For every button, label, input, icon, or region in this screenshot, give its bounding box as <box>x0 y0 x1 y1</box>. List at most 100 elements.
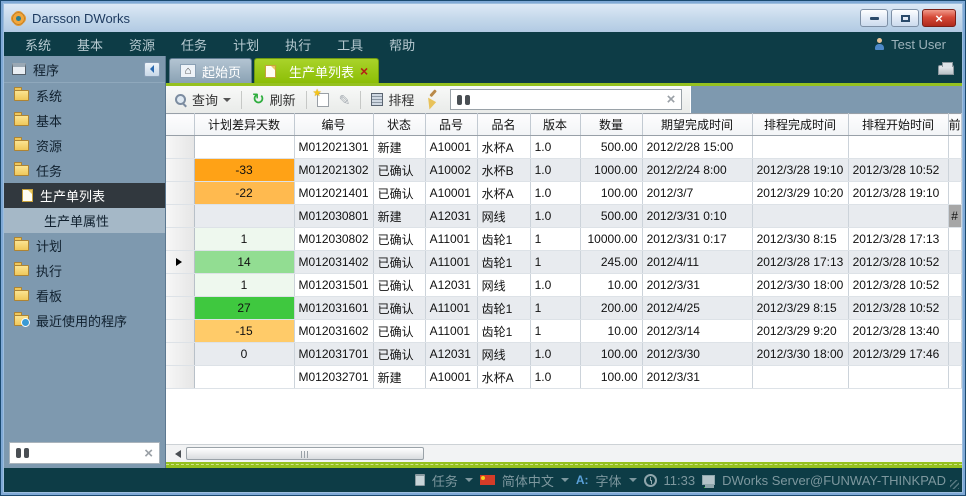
row-selector[interactable] <box>166 228 194 251</box>
table-cell[interactable] <box>752 205 848 228</box>
table-cell[interactable]: 已确认 <box>373 228 425 251</box>
sidebar-item[interactable]: 看板 <box>4 283 165 308</box>
column-header[interactable]: 排程开始时间 <box>848 114 948 136</box>
table-cell[interactable]: 2012/3/30 8:15 <box>752 228 848 251</box>
row-selector[interactable] <box>166 159 194 182</box>
table-cell[interactable]: 1.0 <box>530 366 580 389</box>
table-cell[interactable]: 水杯B <box>477 159 530 182</box>
table-cell[interactable]: A11001 <box>425 320 477 343</box>
scroll-left-icon[interactable] <box>171 450 181 458</box>
table-cell[interactable]: 已确认 <box>373 182 425 205</box>
table-cell[interactable]: A11001 <box>425 228 477 251</box>
table-cell[interactable]: A12031 <box>425 343 477 366</box>
table-row[interactable]: -22M012021401已确认A10001水杯A1.0100.002012/3… <box>166 182 961 205</box>
row-selector[interactable] <box>166 297 194 320</box>
table-cell[interactable]: A10002 <box>425 159 477 182</box>
table-cell[interactable]: 1 <box>530 251 580 274</box>
table-cell[interactable]: 2012/4/25 <box>642 297 752 320</box>
column-header[interactable]: 期望完成时间 <box>642 114 752 136</box>
chevron-down-icon[interactable] <box>223 98 231 106</box>
table-cell[interactable]: 2012/3/28 10:52 <box>848 274 948 297</box>
table-cell[interactable]: 2012/3/28 17:13 <box>752 251 848 274</box>
table-row[interactable]: -33M012021302已确认A10002水杯B1.01000.002012/… <box>166 159 961 182</box>
table-cell[interactable]: 2012/4/11 <box>642 251 752 274</box>
column-header[interactable]: 排程完成时间 <box>752 114 848 136</box>
row-selector[interactable] <box>166 205 194 228</box>
column-header[interactable]: 版本 <box>530 114 580 136</box>
table-cell[interactable] <box>948 136 961 159</box>
schedule-button[interactable]: 排程 <box>368 88 417 111</box>
sidebar-item[interactable]: 计划 <box>4 233 165 258</box>
table-cell[interactable]: 网线 <box>477 205 530 228</box>
table-cell[interactable]: A10001 <box>425 182 477 205</box>
chevron-down-icon[interactable] <box>629 478 637 486</box>
clean-button[interactable] <box>421 90 442 109</box>
table-cell[interactable]: 2012/3/28 13:40 <box>848 320 948 343</box>
table-cell[interactable]: 2012/3/28 19:10 <box>752 159 848 182</box>
table-cell[interactable]: 2012/2/24 8:00 <box>642 159 752 182</box>
sidebar-collapse-button[interactable] <box>144 62 160 77</box>
table-cell[interactable]: 200.00 <box>580 297 642 320</box>
column-header[interactable]: 品号 <box>425 114 477 136</box>
table-cell[interactable]: 500.00 <box>580 136 642 159</box>
sidebar-item[interactable]: 系统 <box>4 83 165 108</box>
table-cell[interactable]: M012031402 <box>294 251 373 274</box>
maximize-button[interactable] <box>891 9 919 27</box>
table-cell[interactable]: A12031 <box>425 274 477 297</box>
column-header[interactable]: 状态 <box>373 114 425 136</box>
table-cell[interactable]: 2012/3/7 <box>642 182 752 205</box>
column-header[interactable]: 编号 <box>294 114 373 136</box>
table-cell[interactable]: A12031 <box>425 205 477 228</box>
table-cell[interactable]: 100.00 <box>580 343 642 366</box>
sidebar-search-clear-icon[interactable]: × <box>144 446 153 461</box>
table-cell[interactable]: 2012/3/29 8:15 <box>752 297 848 320</box>
resize-grip[interactable] <box>950 480 959 489</box>
row-selector[interactable] <box>166 320 194 343</box>
table-cell[interactable] <box>752 136 848 159</box>
table-cell[interactable]: 已确认 <box>373 297 425 320</box>
toolbar-search-input[interactable] <box>474 93 662 107</box>
table-cell[interactable]: 1 <box>530 228 580 251</box>
table-cell[interactable]: 2012/3/29 10:20 <box>752 182 848 205</box>
table-cell[interactable]: 齿轮1 <box>477 297 530 320</box>
menu-item[interactable]: 系统 <box>12 35 64 54</box>
table-cell[interactable]: 水杯A <box>477 182 530 205</box>
table-cell[interactable]: 2012/3/29 17:46 <box>848 343 948 366</box>
new-button[interactable] <box>314 91 332 109</box>
table-cell[interactable] <box>948 343 961 366</box>
sidebar-item[interactable]: 资源 <box>4 133 165 158</box>
chevron-down-icon[interactable] <box>561 478 569 486</box>
table-cell[interactable]: M012031601 <box>294 297 373 320</box>
table-cell[interactable]: # <box>948 205 961 228</box>
table-cell[interactable]: 245.00 <box>580 251 642 274</box>
user-box[interactable]: Test User <box>874 37 954 52</box>
table-cell[interactable]: 已确认 <box>373 274 425 297</box>
tab-home[interactable]: ⌂ 起始页 <box>169 58 252 83</box>
row-selector[interactable] <box>166 274 194 297</box>
chevron-down-icon[interactable] <box>465 478 473 486</box>
table-row[interactable]: 1M012030802已确认A11001齿轮1110000.002012/3/3… <box>166 228 961 251</box>
scrollbar-thumb[interactable] <box>186 447 424 460</box>
table-cell[interactable]: M012031501 <box>294 274 373 297</box>
table-cell[interactable]: -33 <box>194 159 294 182</box>
table-cell[interactable]: 1.0 <box>530 182 580 205</box>
table-row[interactable]: 14M012031402已确认A11001齿轮11245.002012/4/11… <box>166 251 961 274</box>
table-cell[interactable]: M012021401 <box>294 182 373 205</box>
table-cell[interactable]: 水杯A <box>477 136 530 159</box>
row-selector[interactable] <box>166 182 194 205</box>
table-cell[interactable]: 100.00 <box>580 366 642 389</box>
table-cell[interactable]: 1.0 <box>530 343 580 366</box>
table-cell[interactable]: 2012/3/28 10:52 <box>848 297 948 320</box>
table-cell[interactable] <box>948 366 961 389</box>
table-row[interactable]: M012030801新建A12031网线1.0500.002012/3/31 0… <box>166 205 961 228</box>
column-header[interactable]: 计划差异天数 <box>194 114 294 136</box>
table-cell[interactable]: 水杯A <box>477 366 530 389</box>
menu-item[interactable]: 任务 <box>168 35 220 54</box>
table-cell[interactable]: 2012/3/28 17:13 <box>848 228 948 251</box>
menu-item[interactable]: 资源 <box>116 35 168 54</box>
table-cell[interactable]: 2012/3/31 0:10 <box>642 205 752 228</box>
printer-icon[interactable] <box>938 65 954 75</box>
table-cell[interactable]: 2012/2/28 15:00 <box>642 136 752 159</box>
sidebar-item[interactable]: 执行 <box>4 258 165 283</box>
task-label[interactable]: 任务 <box>432 471 458 490</box>
